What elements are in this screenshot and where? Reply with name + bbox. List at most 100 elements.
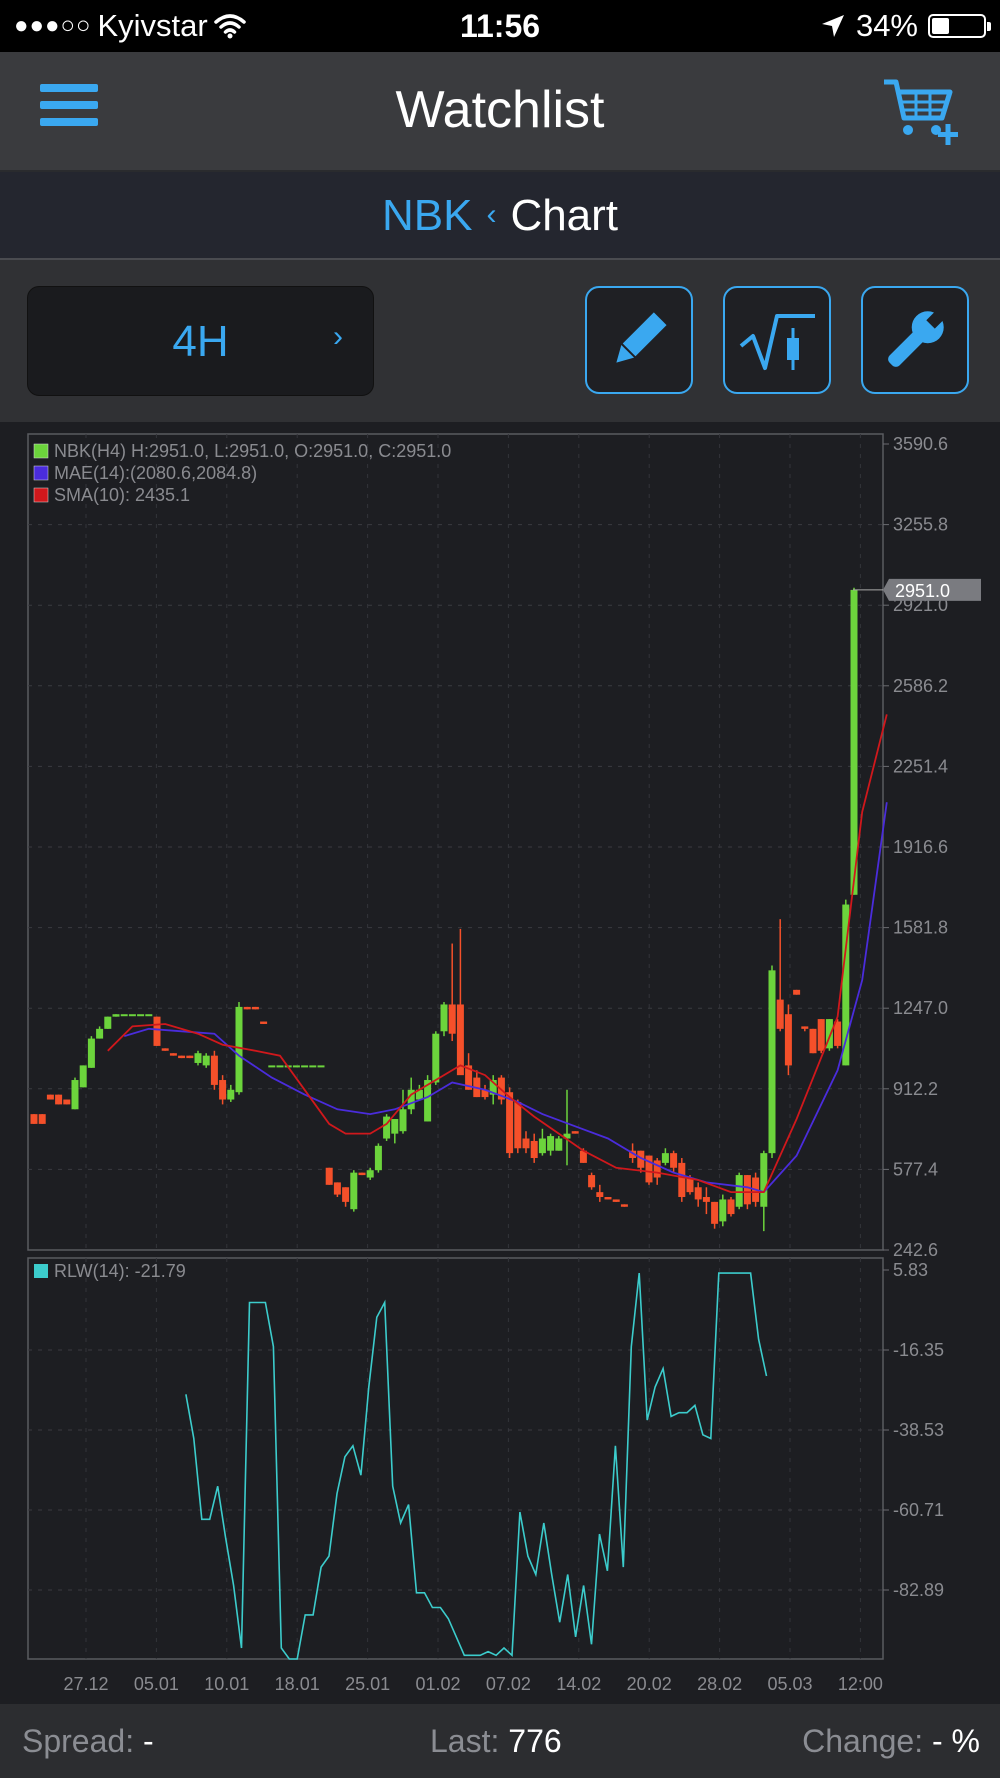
period-selector-button[interactable]: 4H › <box>27 286 374 396</box>
period-label: 4H <box>172 317 229 366</box>
candle-body <box>850 589 858 895</box>
candle-body <box>128 1014 136 1017</box>
candle-body <box>251 1006 259 1010</box>
candle-body <box>793 989 801 995</box>
legend-text: NBK(H4) H:2951.0, L:2951.0, O:2951.0, C:… <box>54 441 451 461</box>
breadcrumb-current: Chart <box>510 191 619 240</box>
candle-body <box>186 1055 194 1059</box>
candle-body <box>268 1065 276 1068</box>
price-chart[interactable]: 3590.63255.82921.02586.22251.41916.61581… <box>0 422 1000 1704</box>
candle-body <box>571 1131 579 1134</box>
indicator-legend-swatch <box>34 1264 48 1278</box>
candle-body <box>301 1065 309 1068</box>
candle-body <box>219 1080 227 1100</box>
price-tick-label: 577.4 <box>893 1159 938 1179</box>
candle-body <box>30 1114 38 1124</box>
spread-value: - <box>142 1723 154 1759</box>
chevron-right-icon: › <box>333 320 343 353</box>
candle-body <box>538 1138 546 1154</box>
candle-body <box>366 1170 374 1178</box>
x-tick-label: 12:00 <box>838 1674 883 1694</box>
candle-body <box>96 1028 104 1039</box>
chart-toolbar: 4H › <box>0 260 1000 422</box>
candle-body <box>137 1014 145 1017</box>
candle-body <box>817 1019 825 1051</box>
last-value: 776 <box>508 1723 562 1759</box>
x-tick-label: 05.03 <box>767 1674 812 1694</box>
price-tick-label: 3255.8 <box>893 515 948 535</box>
battery-icon <box>928 14 991 38</box>
candle-body <box>374 1145 382 1171</box>
candle-body <box>801 1026 809 1029</box>
change-stat: Change: - % <box>802 1704 980 1778</box>
price-tick-label: 2586.2 <box>893 676 948 696</box>
location-arrow-icon <box>821 15 844 37</box>
price-tick-label: 912.2 <box>893 1079 938 1099</box>
legend-text: MAE(14):(2080.6,2084.8) <box>54 463 257 483</box>
change-value: - % <box>932 1723 980 1759</box>
price-tick-label: 1247.0 <box>893 998 948 1018</box>
candle-body <box>506 1092 514 1154</box>
candle-body <box>735 1175 743 1207</box>
candle-body <box>612 1199 620 1202</box>
indicators-button[interactable] <box>723 286 831 394</box>
candle-body <box>711 1201 719 1224</box>
candle-body <box>46 1094 54 1100</box>
breadcrumb-parent[interactable]: NBK <box>382 191 472 240</box>
candle-body <box>596 1192 604 1198</box>
candle-body <box>588 1175 596 1188</box>
legend-text: SMA(10): 2435.1 <box>54 485 190 505</box>
indicator-tick-label: 5.83 <box>893 1260 928 1280</box>
candle-body <box>202 1055 210 1066</box>
spread-stat: Spread: - <box>22 1704 154 1778</box>
candle-body <box>670 1153 678 1168</box>
page-title: Watchlist <box>395 81 605 139</box>
candle-body <box>399 1109 407 1132</box>
candle-body <box>653 1160 661 1178</box>
price-tick-label: 2251.4 <box>893 756 948 776</box>
candle-body <box>358 1172 366 1176</box>
chart-area[interactable]: 3590.6 3255.8 2921.0 2586.2 2251.4 1916.6 1581… <box>0 422 1000 1704</box>
change-label: Change: <box>802 1723 924 1759</box>
last-label: Last: <box>430 1723 500 1759</box>
candle-body <box>604 1197 612 1200</box>
candle-body <box>243 1006 251 1010</box>
candles-group <box>30 587 858 1232</box>
candle-body <box>514 1101 522 1149</box>
x-tick-label: 14.02 <box>556 1674 601 1694</box>
candle-body <box>79 1065 87 1088</box>
candle-body <box>727 1199 735 1215</box>
legend-swatch <box>33 443 49 459</box>
candle-body <box>678 1162 686 1198</box>
legend-swatch <box>33 487 49 503</box>
candle-body <box>178 1055 186 1059</box>
candle-body <box>448 1004 456 1034</box>
candle-body <box>210 1055 218 1085</box>
breadcrumb: NBK ‹ Chart <box>0 172 1000 260</box>
price-tick-label: 3590.6 <box>893 434 948 454</box>
x-tick-label: 18.01 <box>275 1674 320 1694</box>
settings-button[interactable] <box>861 286 969 394</box>
candle-body <box>530 1140 538 1159</box>
last-stat: Last: 776 <box>430 1704 562 1778</box>
candle-body <box>194 1053 202 1063</box>
candle-body <box>760 1153 768 1207</box>
candle-body <box>227 1089 235 1100</box>
candle-body <box>522 1138 530 1149</box>
price-tick-label: 1916.6 <box>893 837 948 857</box>
candle-body <box>235 1006 243 1093</box>
indicator-tick-label: -60.71 <box>893 1500 944 1520</box>
candle-body <box>120 1014 128 1017</box>
breadcrumb-chevron-icon[interactable]: ‹ <box>486 198 496 231</box>
candle-body <box>333 1182 341 1195</box>
candle-body <box>325 1167 333 1185</box>
candle-body <box>555 1138 563 1151</box>
candle-body <box>547 1136 555 1151</box>
candle-body <box>260 1021 268 1024</box>
candle-body <box>440 1004 448 1032</box>
draw-tool-button[interactable] <box>585 286 693 394</box>
rlw-line <box>185 1272 768 1660</box>
candle-body <box>702 1197 710 1202</box>
indicator-tick-label: -38.53 <box>893 1420 944 1440</box>
cart-add-icon[interactable] <box>880 72 960 152</box>
